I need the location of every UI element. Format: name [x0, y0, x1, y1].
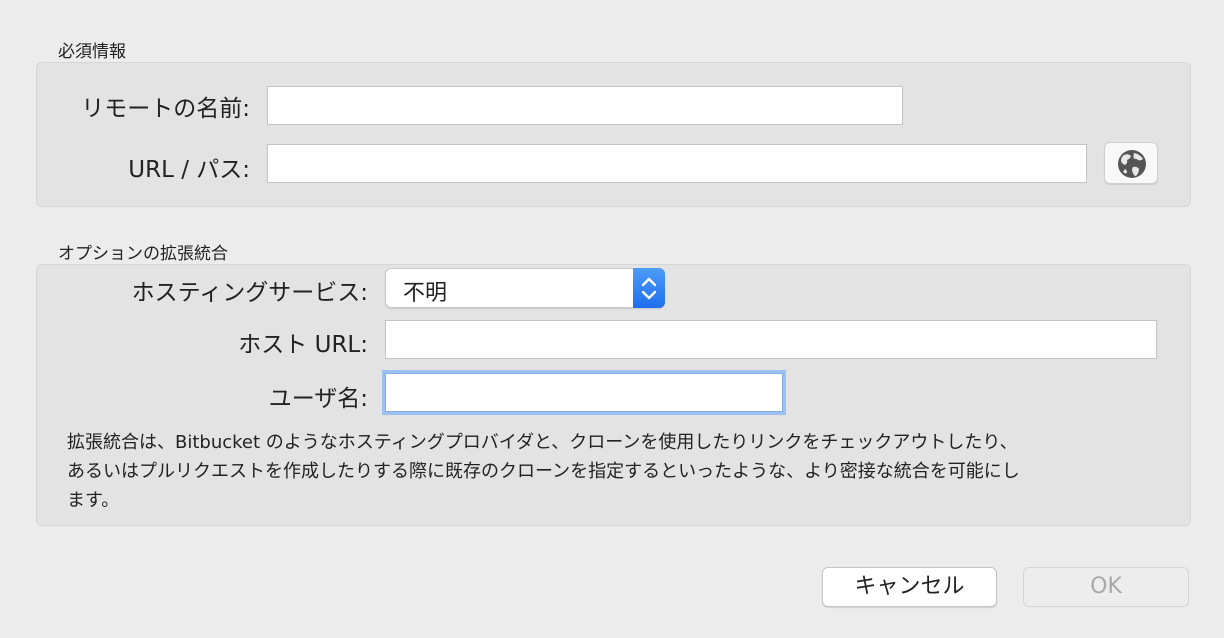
chevron-up-down-icon [641, 277, 657, 300]
required-section-box [36, 62, 1191, 207]
optional-section-title: オプションの拡張統合 [58, 244, 228, 264]
host-url-label: ホスト URL: [238, 332, 368, 358]
select-stepper [633, 268, 665, 308]
description-line: あるいはプルリクエストを作成したりする際に既存のクローンを指定するといったような… [67, 461, 1020, 482]
url-input[interactable] [267, 144, 1087, 183]
required-section-title: 必須情報 [58, 42, 126, 62]
url-label: URL / パス: [128, 157, 250, 183]
hosting-service-label: ホスティングサービス: [131, 280, 368, 306]
globe-icon [1118, 150, 1146, 178]
browse-remote-button[interactable] [1104, 142, 1158, 184]
description-line: ます。 [67, 490, 120, 511]
remote-name-label: リモートの名前: [81, 96, 250, 122]
host-url-input[interactable] [385, 320, 1157, 359]
hosting-service-select[interactable]: 不明 [385, 268, 665, 308]
hosting-service-value: 不明 [403, 281, 448, 306]
username-label: ユーザ名: [268, 386, 368, 412]
remote-name-input[interactable] [267, 86, 903, 125]
description-line: 拡張統合は、Bitbucket のようなホスティングプロバイダと、クローンを使用… [67, 432, 1018, 453]
ok-button[interactable]: OK [1023, 567, 1189, 607]
integration-description: 拡張統合は、Bitbucket のようなホスティングプロバイダと、クローンを使用… [67, 428, 1020, 515]
cancel-button[interactable]: キャンセル [822, 567, 997, 607]
username-input[interactable] [385, 373, 783, 412]
